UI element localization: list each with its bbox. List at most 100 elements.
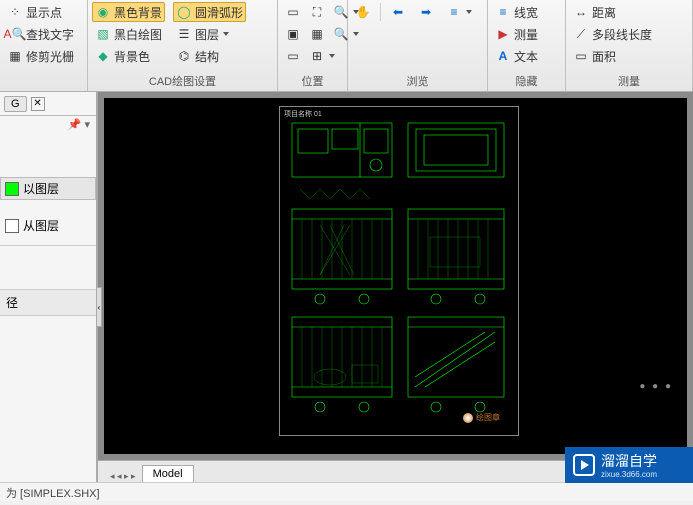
label: 修剪光栅: [26, 48, 74, 65]
sheet-logo-icon: 绘图章: [463, 412, 500, 423]
drawing-canvas[interactable]: 项目名称 01: [104, 98, 687, 454]
panel-close-button[interactable]: ✕: [31, 97, 45, 111]
layer-row[interactable]: 从图层: [0, 214, 96, 237]
label: 测量: [514, 26, 538, 43]
arc-icon: ◯: [176, 4, 192, 20]
watermark-brand: 溜溜自学: [601, 451, 657, 471]
nav-icon: ⊞: [309, 48, 325, 64]
group-label: CAD绘图设置: [92, 71, 273, 90]
drawing-sheet: 项目名称 01: [279, 106, 519, 436]
show-points-button[interactable]: ⁘显示点: [4, 2, 83, 22]
ruler-icon: ▶: [495, 26, 511, 42]
ribbon-toolbar: ⁘显示点 A🔍查找文字 ▦修剪光栅 ◉黑色背景 ▧黑白绘图 ◆背景色 ◯圆滑弧形…: [0, 0, 693, 92]
panel-collapse-handle[interactable]: ‹: [96, 287, 102, 327]
area-icon: ▭: [573, 48, 589, 64]
text-icon: A: [495, 48, 511, 64]
label: 黑白绘图: [114, 26, 162, 43]
label: 圆滑弧形: [195, 4, 243, 21]
text-button[interactable]: A文本: [492, 46, 561, 66]
zoom-out-icon: 🔍: [333, 26, 349, 42]
pos-tool-5[interactable]: ▦: [306, 24, 328, 44]
panel-pin-button[interactable]: 📌 ▾: [0, 116, 96, 133]
fit-icon: ⛶: [309, 4, 325, 20]
measure-button[interactable]: ▶测量: [492, 24, 561, 44]
panel-tabbar: G ✕: [0, 92, 96, 116]
status-bar: 为 [SIMPLEX.SHX]: [0, 482, 693, 501]
group-label: 位置: [282, 71, 343, 90]
label: 背景色: [114, 48, 150, 65]
label: 显示点: [26, 4, 62, 21]
window-icon: ▣: [285, 26, 301, 42]
bg-color-button[interactable]: ◆背景色: [92, 46, 165, 66]
cad-drawing-icon: [280, 107, 520, 437]
label: 图层: [195, 26, 219, 43]
dot-icon: ⁘: [7, 4, 23, 20]
pos-tool-8[interactable]: ⊞: [306, 46, 338, 66]
scroll-indicator-icon: ● ● ●: [639, 381, 673, 392]
nav-menu-button[interactable]: ≡: [443, 2, 475, 22]
search-text-icon: A🔍: [7, 26, 23, 42]
layers-icon: ☰: [176, 26, 192, 42]
ribbon-group-cad-settings: ◉黑色背景 ▧黑白绘图 ◆背景色 ◯圆滑弧形 ☰图层 ⌬结构 CAD绘图设置: [88, 0, 278, 91]
line-width-button[interactable]: ≡线宽: [492, 2, 561, 22]
chevron-down-icon: [329, 54, 335, 58]
ribbon-group-position: ▭ ⛶ 🔍 ▣ ▦ 🔍 ▭ ⊞ 位置: [278, 0, 348, 91]
list-icon: ≡: [446, 4, 462, 20]
panel-section-header[interactable]: 径: [0, 289, 96, 316]
nav-back-button[interactable]: ⬅: [387, 2, 409, 22]
group-label: 浏览: [352, 71, 483, 90]
area-button[interactable]: ▭面积: [570, 46, 688, 66]
label: 线宽: [514, 4, 538, 21]
find-text-button[interactable]: A🔍查找文字: [4, 24, 83, 44]
smooth-arc-button[interactable]: ◯圆滑弧形: [173, 2, 246, 22]
label: 距离: [592, 4, 616, 21]
label: 查找文字: [26, 26, 74, 43]
canvas-area: 项目名称 01: [98, 92, 693, 482]
pos-tool-4[interactable]: ▣: [282, 24, 304, 44]
polyline-length-button[interactable]: ⟋多段线长度: [570, 24, 688, 44]
select-icon: ▭: [285, 4, 301, 20]
bw-draw-button[interactable]: ▧黑白绘图: [92, 24, 165, 44]
label: 黑色背景: [114, 4, 162, 21]
group-label: 隐藏: [492, 71, 561, 90]
label: 面积: [592, 48, 616, 65]
color-swatch-icon: [5, 219, 19, 233]
pan-icon: ▭: [285, 48, 301, 64]
watermark-url: zixue.3d66.com: [601, 471, 657, 479]
structure-icon: ⌬: [176, 48, 192, 64]
pos-tool-7[interactable]: ▭: [282, 46, 304, 66]
label: 结构: [195, 48, 219, 65]
bw-icon: ▧: [95, 26, 111, 42]
ribbon-group-view: ⁘显示点 A🔍查找文字 ▦修剪光栅: [0, 0, 88, 91]
extents-icon: ▦: [309, 26, 325, 42]
tab-model[interactable]: Model: [142, 465, 194, 482]
pos-tool-1[interactable]: ▭: [282, 2, 304, 22]
arrow-left-icon: ⬅: [390, 4, 406, 20]
watermark-badge: 溜溜自学 zixue.3d66.com: [565, 447, 693, 483]
chevron-down-icon: [223, 32, 229, 36]
panel-tab[interactable]: G: [4, 96, 27, 112]
pan-hand-button[interactable]: ✋: [352, 2, 374, 22]
trim-grid-button[interactable]: ▦修剪光栅: [4, 46, 83, 66]
status-text: 为 [SIMPLEX.SHX]: [6, 488, 100, 500]
grid-icon: ▦: [7, 48, 23, 64]
ribbon-group-hide: ≡线宽 ▶测量 A文本 隐藏: [488, 0, 566, 91]
workspace: G ✕ 📌 ▾ 以图层 从图层 径 ‹ 项目名称 01: [0, 92, 693, 482]
group-label: 测量: [570, 71, 688, 90]
hand-icon: ✋: [355, 4, 371, 20]
color-swatch-icon: [5, 182, 19, 196]
layers-button[interactable]: ☰图层: [173, 24, 246, 44]
distance-icon: ↔: [573, 4, 589, 20]
nav-fwd-button[interactable]: ➡: [415, 2, 437, 22]
tab-nav-arrows[interactable]: ◂ ◂ ▸ ▸: [110, 471, 136, 482]
arrow-right-icon: ➡: [418, 4, 434, 20]
black-bg-button[interactable]: ◉黑色背景: [92, 2, 165, 22]
sheet-title: 项目名称 01: [284, 109, 322, 119]
side-panel: G ✕ 📌 ▾ 以图层 从图层 径 ‹: [0, 92, 98, 482]
lineweight-icon: ≡: [495, 4, 511, 20]
distance-button[interactable]: ↔距离: [570, 2, 688, 22]
structure-button[interactable]: ⌬结构: [173, 46, 246, 66]
pos-tool-2[interactable]: ⛶: [306, 2, 328, 22]
polyline-icon: ⟋: [573, 26, 589, 42]
layer-row[interactable]: 以图层: [0, 177, 96, 200]
